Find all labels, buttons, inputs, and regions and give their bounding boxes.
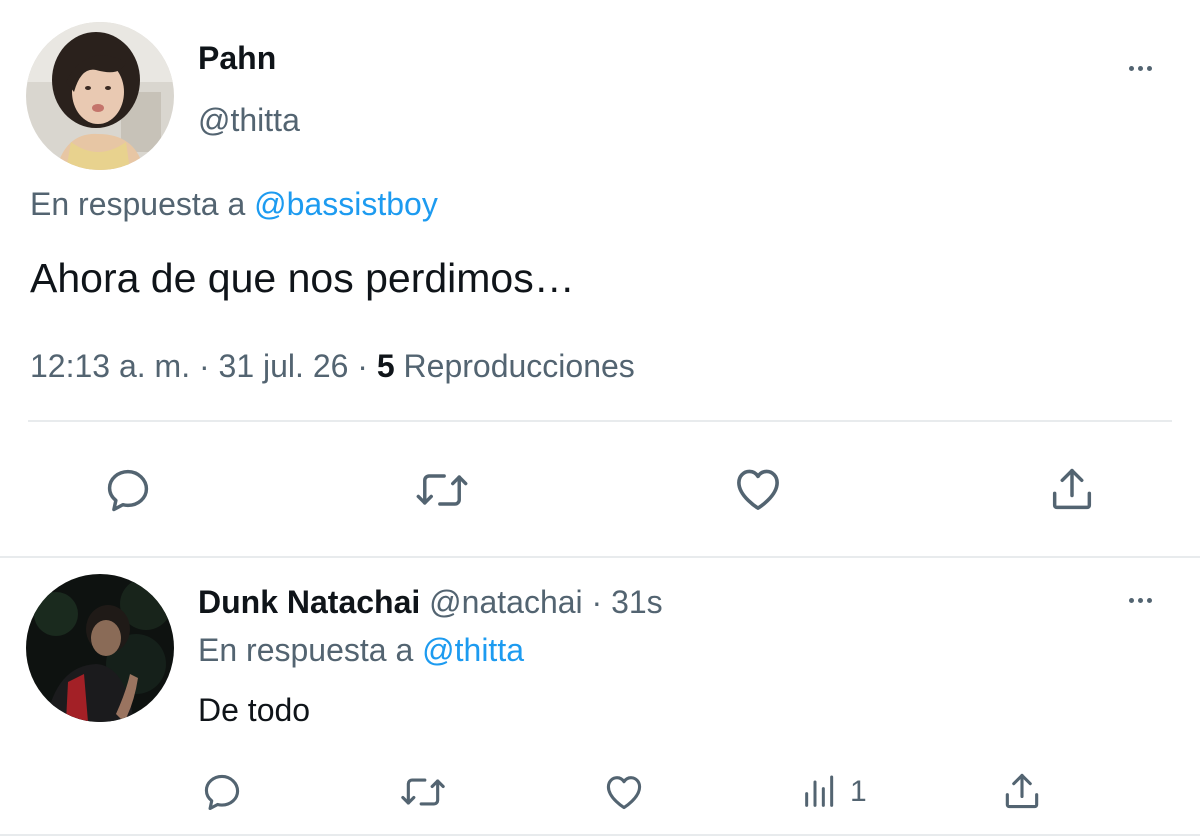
- share-icon: [1005, 773, 1039, 809]
- author-name[interactable]: Pahn: [198, 40, 276, 76]
- tweet-text: De todo: [198, 692, 311, 728]
- reply-icon: [204, 774, 240, 811]
- tweet-time[interactable]: 12:13 a. m.: [30, 348, 190, 384]
- reply-to-link[interactable]: @bassistboy: [254, 186, 438, 222]
- views-count: 1: [850, 775, 867, 808]
- views-label[interactable]: Reproducciones: [404, 348, 635, 384]
- reply-button[interactable]: [200, 770, 244, 814]
- retweet-icon: [416, 474, 468, 506]
- reply-prefix: En respuesta a: [198, 632, 414, 668]
- more-options-icon[interactable]: [1120, 58, 1160, 78]
- meta-separator: ·: [591, 584, 603, 620]
- reply-icon: [107, 469, 149, 512]
- reply-button[interactable]: [100, 462, 156, 518]
- avatar[interactable]: [26, 574, 174, 722]
- like-icon: [606, 776, 642, 810]
- reply-context: En respuesta a @thitta: [198, 632, 524, 668]
- retweet-button[interactable]: [412, 462, 472, 518]
- retweet-icon: [401, 778, 445, 806]
- meta-separator: ·: [198, 348, 210, 384]
- meta-separator: ·: [357, 348, 368, 384]
- like-button[interactable]: [600, 770, 648, 814]
- views-button[interactable]: 1: [800, 770, 890, 814]
- author-handle[interactable]: @thitta: [198, 102, 300, 138]
- avatar[interactable]: [26, 22, 174, 170]
- tweet-text: Ahora de que nos perdimos…: [30, 255, 575, 301]
- tweet-date[interactable]: 31 jul. 26: [219, 348, 349, 384]
- reply-prefix: En respuesta a: [30, 186, 246, 222]
- author-handle[interactable]: @natachai: [429, 584, 582, 620]
- reply-to-link[interactable]: @thitta: [422, 632, 524, 668]
- reply-context: En respuesta a @bassistboy: [30, 186, 438, 222]
- like-icon: [737, 469, 779, 510]
- views-count[interactable]: 5: [377, 348, 395, 384]
- like-button[interactable]: [728, 460, 788, 518]
- reply-header: Dunk Natachai @natachai · 31s: [198, 584, 663, 620]
- tweet-meta: 12:13 a. m. · 31 jul. 26 · 5 Reproduccio…: [30, 348, 635, 384]
- divider: [0, 556, 1200, 558]
- share-icon: [1052, 468, 1092, 510]
- retweet-button[interactable]: [398, 770, 448, 814]
- more-options-icon[interactable]: [1120, 590, 1160, 610]
- author-name[interactable]: Dunk Natachai: [198, 584, 420, 620]
- divider: [0, 834, 1200, 836]
- share-button[interactable]: [1044, 460, 1100, 518]
- divider: [28, 420, 1172, 422]
- tweet-age[interactable]: 31s: [611, 584, 663, 620]
- share-button[interactable]: [998, 768, 1046, 814]
- views-icon: [805, 775, 834, 807]
